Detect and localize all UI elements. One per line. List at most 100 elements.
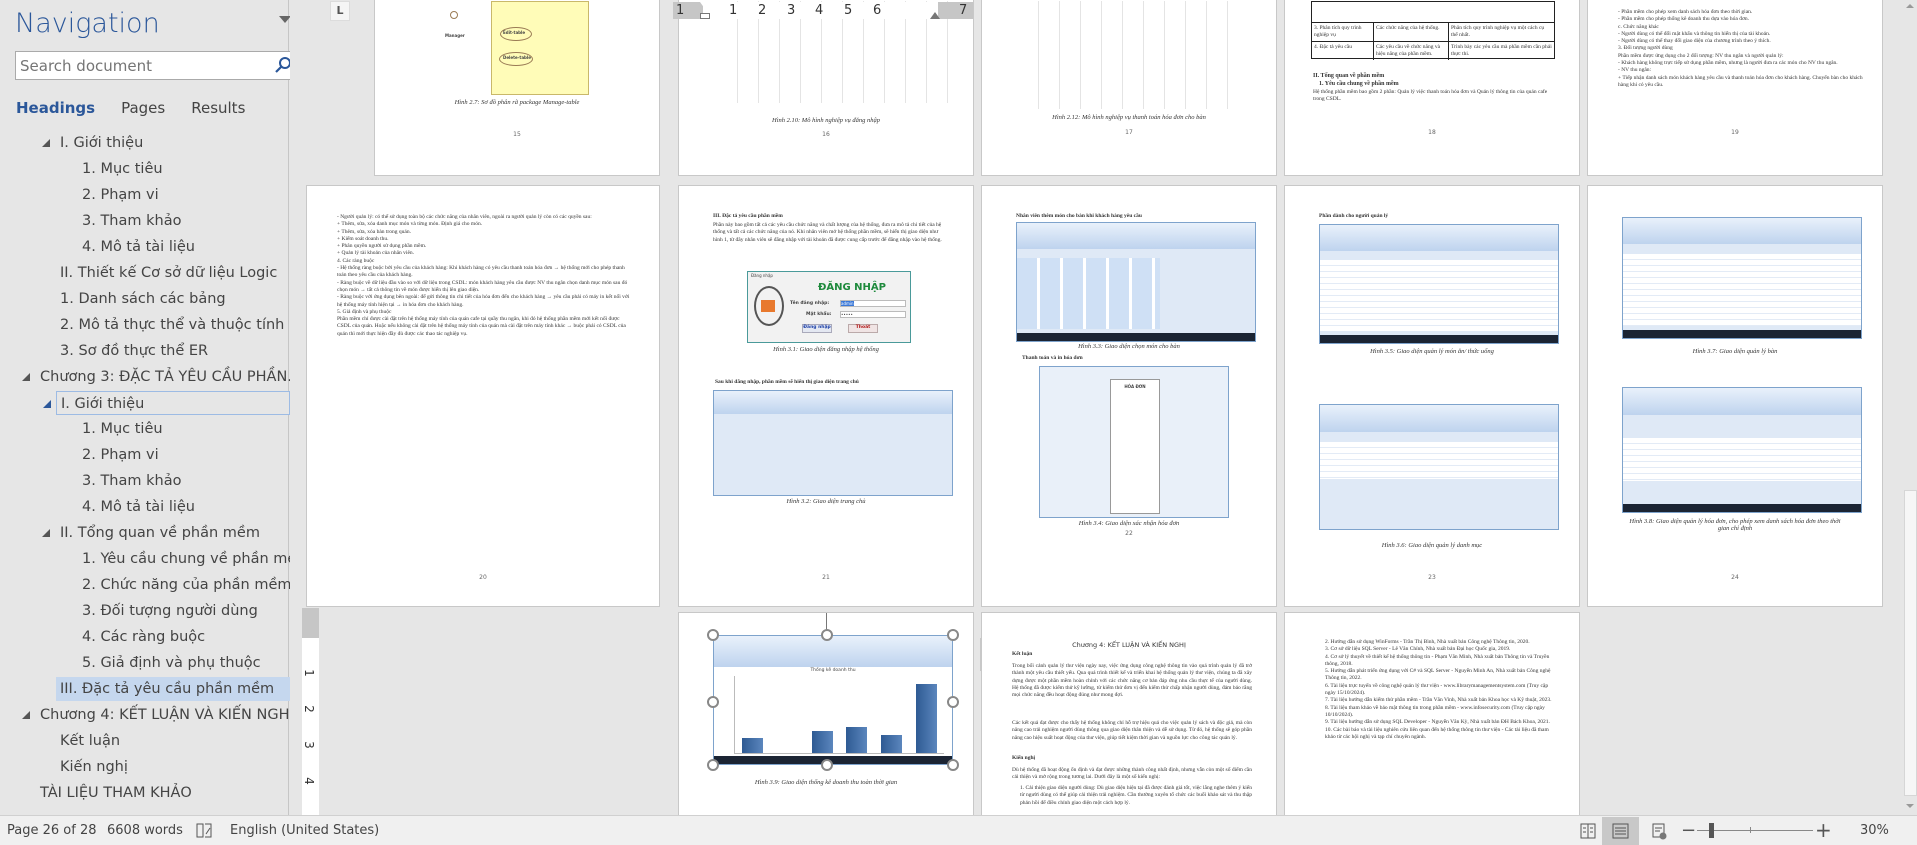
word-count[interactable]: 6608 words: [107, 823, 183, 838]
figure-caption: Hình 2.7: Sơ đồ phân rã package Manage-t…: [454, 99, 580, 106]
page-22[interactable]: Nhân viên thêm món cho bàn khi khách hàn…: [981, 185, 1277, 607]
resize-handle[interactable]: [707, 629, 719, 641]
page-number: 22: [1125, 530, 1133, 537]
page-25[interactable]: Thống kê doanh thu Hình 3.9: Giao diện t…: [678, 612, 974, 815]
heading-item[interactable]: 1. Mục tiêu: [78, 417, 163, 441]
heading-item[interactable]: 1. Danh sách các bảng: [56, 287, 226, 311]
left-indent-marker[interactable]: [700, 13, 710, 19]
heading-label: I. Giới thiệu: [60, 135, 144, 151]
page-19[interactable]: - Phần mềm cho phép xem danh sách hóa đơ…: [1587, 0, 1883, 176]
heading-item[interactable]: II. Tổng quan về phần mềm: [42, 521, 260, 545]
print-layout-button[interactable]: [1602, 817, 1639, 845]
page-text: - Người quản lý: có thể sử dụng toàn bộ …: [337, 214, 633, 338]
web-layout-icon: [1652, 823, 1667, 840]
revenue-bar: [811, 730, 833, 753]
collapse-triangle-icon[interactable]: [22, 373, 30, 381]
heading-item[interactable]: 2. Mô tả thực thể và thuộc tính: [56, 313, 284, 337]
page-16[interactable]: Hình 2.10: Mô hình nghiệp vụ đăng nhập 1…: [678, 0, 974, 176]
page-24[interactable]: Hình 3.7: Giao diện quản lý bàn Hình 3.8…: [1587, 185, 1883, 607]
heading-label: 1. Danh sách các bảng: [60, 291, 226, 307]
heading-item[interactable]: I. Giới thiệu: [43, 391, 290, 415]
tab-pages[interactable]: Pages: [121, 99, 191, 117]
page-17[interactable]: Hình 2.12: Mô hình nghiệp vụ thanh toán …: [981, 0, 1277, 176]
text-line: c. Chức năng khác: [1618, 23, 1659, 30]
zoom-in-button[interactable]: +: [1815, 818, 1832, 842]
resize-handle[interactable]: [821, 629, 833, 641]
collapse-triangle-icon[interactable]: [22, 711, 30, 719]
bullet-heading: Thanh toán và in hóa đơn: [1022, 355, 1083, 361]
heading-item[interactable]: II. Thiết kế Cơ sở dữ liệu Logic: [56, 261, 277, 285]
heading-item[interactable]: 5. Giả định và phụ thuộc: [78, 651, 261, 675]
collapse-triangle-icon[interactable]: [42, 529, 50, 537]
horizontal-ruler[interactable]: 1 1 2 3 4 5 6 7: [673, 2, 973, 19]
proofing-icon[interactable]: [196, 823, 212, 838]
heading-item[interactable]: 2. Phạm vi: [78, 443, 159, 467]
text-line: 7. Tài liệu hướng dẫn kiểm thử phần mềm …: [1325, 697, 1552, 704]
heading-item[interactable]: 3. Đối tượng người dùng: [78, 599, 258, 623]
page-15[interactable]: Edit-table Delete-table Manager Hình 2.7…: [374, 0, 660, 176]
heading-item[interactable]: III. Đặc tả yêu cầu phần mềm: [56, 677, 290, 701]
page-text: - Phần mềm cho phép xem danh sách hóa đơ…: [1618, 9, 1868, 89]
resize-handle[interactable]: [947, 696, 959, 708]
heading-item[interactable]: Chương 4: KẾT LUẬN VÀ KIẾN NGHỊ: [22, 703, 294, 727]
collapse-triangle-icon[interactable]: [43, 400, 51, 408]
read-mode-button[interactable]: [1570, 817, 1606, 845]
page-21[interactable]: III. Đặc tả yêu cầu phần mềm Phần này ba…: [678, 185, 974, 607]
navigation-pane: Navigation ✕ Headings Pages Results I. G…: [0, 0, 315, 815]
first-line-indent-marker[interactable]: [700, 2, 710, 9]
page-18[interactable]: 3. Phân tích quy trình nghiệp vụ Các chứ…: [1284, 0, 1580, 176]
heading-item[interactable]: 2. Chức năng của phần mềm: [78, 573, 292, 597]
heading-item[interactable]: 1. Yêu cầu chung về phần mềm: [78, 547, 310, 571]
heading-item[interactable]: Kiến nghị: [56, 755, 128, 779]
section-heading: Kết luận: [1012, 651, 1033, 657]
resize-handle[interactable]: [947, 759, 959, 771]
resize-handle[interactable]: [821, 759, 833, 771]
resize-handle[interactable]: [947, 629, 959, 641]
heading-item[interactable]: 4. Mô tả tài liệu: [78, 235, 195, 259]
collapse-triangle-icon[interactable]: [42, 139, 50, 147]
page-count[interactable]: Page 26 of 28: [7, 823, 96, 838]
heading-item[interactable]: 1. Mục tiêu: [78, 157, 163, 181]
heading-label: 4. Các ràng buộc: [82, 629, 206, 645]
tab-results[interactable]: Results: [191, 99, 271, 117]
tab-headings[interactable]: Headings: [16, 99, 121, 117]
menu-manage-screenshot: [1319, 224, 1559, 344]
text-line: 4. Cơ sở lý thuyết về thiết kế hệ thống …: [1325, 653, 1550, 667]
heading-item[interactable]: Kết luận: [56, 729, 120, 753]
document-scrollbar[interactable]: [1903, 0, 1917, 815]
heading-item[interactable]: I. Giới thiệu: [42, 131, 144, 155]
resize-handle[interactable]: [707, 759, 719, 771]
resize-handle[interactable]: [707, 696, 719, 708]
page-26[interactable]: Chương 4: KẾT LUẬN VÀ KIẾN NGHỊ Kết luận…: [981, 612, 1277, 815]
bullet-heading: Sau khi đăng nhập, phần mềm sẽ hiển thị …: [715, 379, 859, 385]
zoom-slider-thumb[interactable]: [1709, 823, 1714, 838]
heading-item[interactable]: 4. Các ràng buộc: [78, 625, 205, 649]
heading-item[interactable]: 3. Tham khảo: [78, 209, 181, 233]
search-input[interactable]: [16, 56, 246, 75]
tab-selector[interactable]: L: [330, 1, 350, 21]
scroll-up-icon[interactable]: [1903, 0, 1917, 12]
heading-item[interactable]: 2. Phạm vi: [78, 183, 159, 207]
heading-label: 3. Sơ đồ thực thể ER: [60, 343, 209, 359]
page-23[interactable]: Phần dành cho người quản lý Hình 3.5: Gi…: [1284, 185, 1580, 607]
document-scrollbar-thumb[interactable]: [1904, 490, 1917, 796]
heading-item[interactable]: Chương 3: ĐẶC TẢ YÊU CẦU PHẦN...: [22, 365, 301, 389]
page-20[interactable]: - Người quản lý: có thể sử dụng toàn bộ …: [306, 185, 660, 607]
zoom-level[interactable]: 30%: [1860, 823, 1889, 838]
heading-label: 4. Mô tả tài liệu: [82, 239, 195, 255]
heading-item[interactable]: 4. Mô tả tài liệu: [78, 495, 195, 519]
zoom-slider[interactable]: [1697, 830, 1813, 831]
web-layout-button[interactable]: [1641, 817, 1677, 845]
heading-item[interactable]: 3. Tham khảo: [78, 469, 181, 493]
language-indicator[interactable]: English (United States): [230, 823, 379, 838]
heading-item[interactable]: TÀI LIỆU THAM KHẢO: [36, 781, 192, 805]
revenue-bar: [741, 737, 763, 753]
right-indent-marker[interactable]: [930, 12, 940, 19]
heading-item[interactable]: 3. Sơ đồ thực thể ER: [56, 339, 208, 363]
nav-tabs: Headings Pages Results: [16, 99, 271, 117]
scroll-down-icon[interactable]: [1903, 800, 1917, 812]
usecase-label: Delete-table: [503, 55, 531, 60]
zoom-out-button[interactable]: −: [1681, 820, 1696, 841]
vertical-ruler[interactable]: 1 2 3 4: [302, 608, 319, 815]
page-27[interactable]: 2. Hướng dẫn sử dụng WinForms - Trần Thị…: [1284, 612, 1580, 815]
